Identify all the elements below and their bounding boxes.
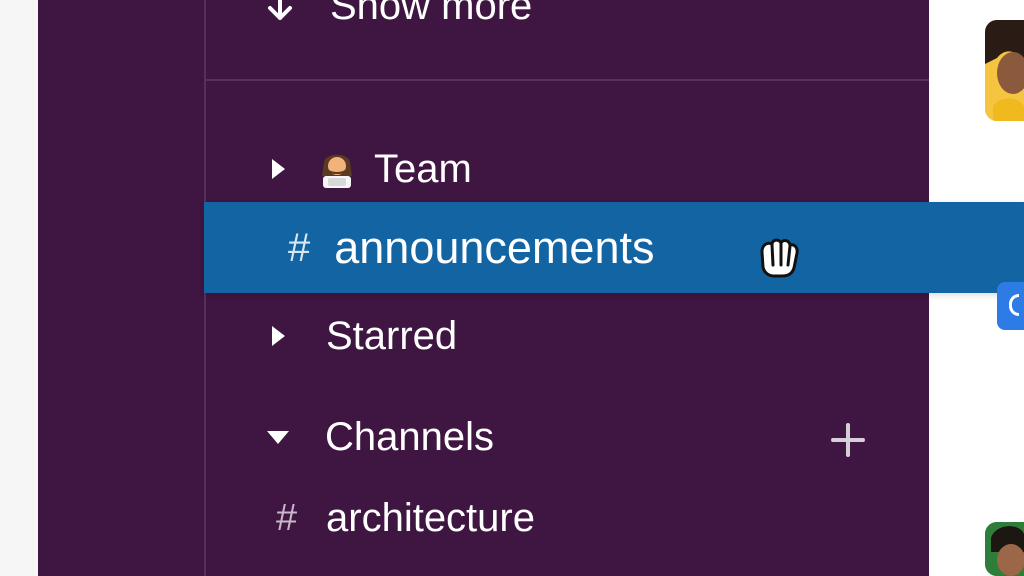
sidebar-item-architecture[interactable]: # architecture [276,493,535,543]
sidebar-section-starred-label: Starred [326,314,458,358]
woman-technologist-emoji [322,154,352,188]
sidebar-section-channels-label: Channels [325,415,495,459]
badge-mark-icon [1009,294,1019,316]
show-more-label: Show more [330,0,533,28]
avatar-image [985,522,1024,576]
workspace-rail [38,0,204,576]
sidebar-section-team-label: Team [374,147,472,191]
channel-hash-icon: # [276,497,298,539]
sidebar-section-starred[interactable]: Starred [268,311,457,361]
dragging-channel-announcements[interactable]: # announcements [204,202,1024,293]
dragging-channel-label: announcements [334,222,655,273]
arrow-down-icon [268,0,292,20]
channel-hash-icon: # [288,225,311,270]
grab-hand-icon [760,238,799,278]
avatar[interactable] [985,20,1024,121]
blue-badge [997,282,1024,330]
caret-right-icon[interactable] [268,156,288,182]
window-left-edge [0,0,38,576]
avatar[interactable] [985,522,1024,576]
sidebar-section-channels[interactable]: Channels [264,412,494,462]
plus-icon[interactable] [828,420,868,460]
sidebar-section-team[interactable]: Team [268,144,472,194]
slack-window: Show more Team # announcements Starred C… [0,0,1024,576]
avatar-image [985,20,1024,121]
show-more-button[interactable]: Show more [262,0,532,28]
sidebar-item-architecture-label: architecture [326,496,535,540]
caret-down-icon[interactable] [264,427,292,447]
section-divider [206,79,929,81]
caret-right-icon[interactable] [268,323,288,349]
